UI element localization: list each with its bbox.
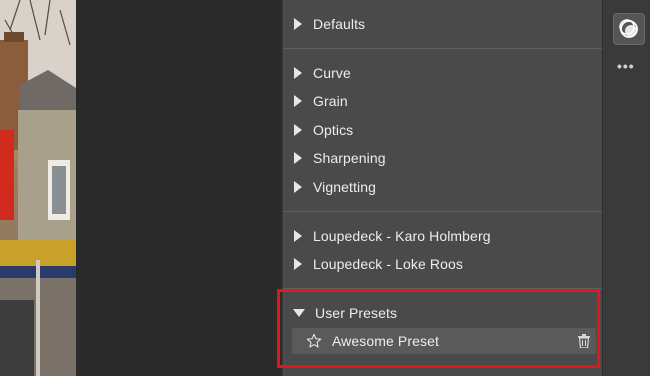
section-divider [283,48,603,49]
preset-group-label: Optics [313,122,354,138]
more-dots-icon[interactable]: ••• [617,58,635,74]
preset-group-loupedeck-karo-holmberg[interactable]: Loupedeck - Karo Holmberg [283,222,603,250]
preset-group-optics[interactable]: Optics [283,116,603,144]
expand-triangle-icon [294,181,302,193]
preset-group-defaults[interactable]: Defaults [283,10,603,38]
expand-triangle-icon [294,230,302,242]
preset-group-label: Grain [313,93,348,109]
preset-group-curve[interactable]: Curve [283,59,603,87]
preset-group-grain[interactable]: Grain [283,87,603,115]
preset-group-loupedeck-loke-roos[interactable]: Loupedeck - Loke Roos [283,250,603,278]
preset-group-sharpening[interactable]: Sharpening [283,144,603,172]
trash-icon[interactable] [578,334,590,348]
preset-group-label: Loupedeck - Karo Holmberg [313,228,491,244]
expand-triangle-icon [294,124,302,136]
preset-group-label: Loupedeck - Loke Roos [313,256,463,272]
photo-preview-image [0,0,76,376]
expand-triangle-icon [294,152,302,164]
preset-group-label: Sharpening [313,150,386,166]
section-divider [283,288,603,289]
preset-group-label: Vignetting [313,179,377,195]
preset-group-label: User Presets [315,305,398,321]
expand-triangle-icon [294,67,302,79]
preset-item-label: Awesome Preset [332,333,439,349]
photo-preview [0,0,76,376]
preset-item-awesome-preset[interactable]: Awesome Preset [292,328,596,354]
section-divider [283,211,603,212]
star-icon[interactable] [306,333,322,349]
collapse-triangle-icon [293,309,305,317]
preset-group-user-presets[interactable]: User Presets [283,299,603,327]
preset-group-label: Defaults [313,16,366,32]
presets-tool-button[interactable] [613,13,645,45]
expand-triangle-icon [294,258,302,270]
right-toolbar: ••• [602,0,650,376]
preset-group-vignetting[interactable]: Vignetting [283,173,603,201]
expand-triangle-icon [294,18,302,30]
presets-panel: Defaults Curve Grain Optics Sharpening V… [282,0,603,376]
expand-triangle-icon [294,95,302,107]
styles-circles-icon [619,19,638,38]
preset-group-label: Curve [313,65,351,81]
canvas-background [76,0,282,376]
